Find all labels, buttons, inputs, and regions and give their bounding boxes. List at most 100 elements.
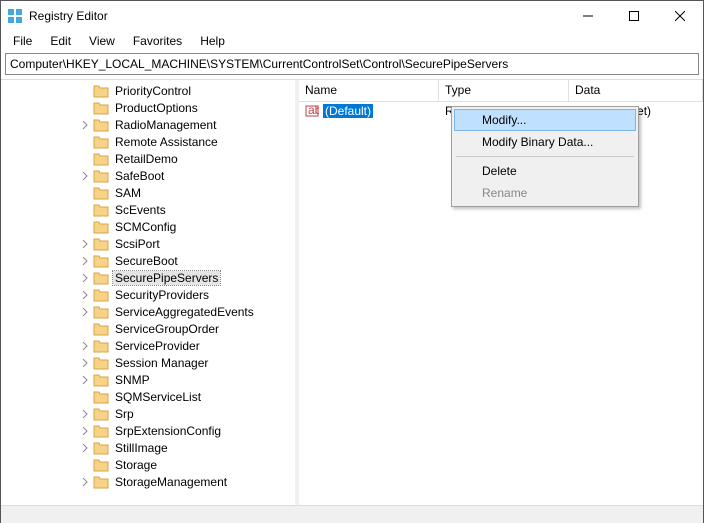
expander-icon[interactable] (79, 425, 91, 437)
tree-item-remote-assistance[interactable]: Remote Assistance (1, 133, 295, 150)
expander-icon (79, 323, 91, 335)
tree-item-serviceprovider[interactable]: ServiceProvider (1, 337, 295, 354)
folder-icon (93, 441, 109, 455)
tree-label: StorageManagement (113, 475, 229, 489)
tree-label: SecurePipeServers (113, 271, 220, 285)
expander-icon (79, 221, 91, 233)
tree-item-productoptions[interactable]: ProductOptions (1, 99, 295, 116)
expander-icon[interactable] (79, 476, 91, 488)
folder-icon (93, 203, 109, 217)
expander-icon[interactable] (79, 255, 91, 267)
tree-label: Srp (113, 407, 136, 421)
tree-pane[interactable]: PriorityControlProductOptions RadioManage… (1, 80, 295, 505)
expander-icon (79, 85, 91, 97)
folder-icon (93, 475, 109, 489)
tree-item-radiomanagement[interactable]: RadioManagement (1, 116, 295, 133)
tree-item-securityproviders[interactable]: SecurityProviders (1, 286, 295, 303)
folder-icon (93, 373, 109, 387)
expander-icon[interactable] (79, 170, 91, 182)
tree-item-safeboot[interactable]: SafeBoot (1, 167, 295, 184)
tree-item-storagemanagement[interactable]: StorageManagement (1, 473, 295, 490)
folder-icon (93, 84, 109, 98)
menu-favorites[interactable]: Favorites (125, 32, 190, 50)
tree-label: StillImage (113, 441, 170, 455)
string-value-icon: ab (305, 104, 319, 118)
tree-item-serviceaggregatedevents[interactable]: ServiceAggregatedEvents (1, 303, 295, 320)
tree-label: SAM (113, 186, 143, 200)
col-data[interactable]: Data (569, 80, 703, 101)
folder-icon (93, 458, 109, 472)
expander-icon[interactable] (79, 119, 91, 131)
folder-icon (93, 152, 109, 166)
tree-item-scevents[interactable]: ScEvents (1, 201, 295, 218)
tree-item-storage[interactable]: Storage (1, 456, 295, 473)
menu-item-rename: Rename (454, 182, 636, 204)
folder-icon (93, 135, 109, 149)
menu-bar: File Edit View Favorites Help (1, 31, 703, 51)
status-bar (1, 505, 703, 523)
expander-icon[interactable] (79, 238, 91, 250)
expander-icon (79, 187, 91, 199)
menu-item-delete[interactable]: Delete (454, 160, 636, 182)
folder-icon (93, 356, 109, 370)
address-path: Computer\HKEY_LOCAL_MACHINE\SYSTEM\Curre… (10, 57, 508, 71)
expander-icon (79, 391, 91, 403)
address-bar[interactable]: Computer\HKEY_LOCAL_MACHINE\SYSTEM\Curre… (5, 53, 699, 75)
menu-item-modify-binary-data[interactable]: Modify Binary Data... (454, 131, 636, 153)
tree-item-sam[interactable]: SAM (1, 184, 295, 201)
tree-item-session-manager[interactable]: Session Manager (1, 354, 295, 371)
tree-item-prioritycontrol[interactable]: PriorityControl (1, 82, 295, 99)
tree-label: RadioManagement (113, 118, 218, 132)
tree-item-srpextensionconfig[interactable]: SrpExtensionConfig (1, 422, 295, 439)
expander-icon (79, 102, 91, 114)
expander-icon[interactable] (79, 289, 91, 301)
menu-edit[interactable]: Edit (42, 32, 79, 50)
tree-item-srp[interactable]: Srp (1, 405, 295, 422)
tree-item-snmp[interactable]: SNMP (1, 371, 295, 388)
expander-icon[interactable] (79, 306, 91, 318)
col-type[interactable]: Type (439, 80, 569, 101)
menu-item-modify[interactable]: Modify... (454, 109, 636, 131)
menu-help[interactable]: Help (192, 32, 233, 50)
folder-icon (93, 220, 109, 234)
expander-icon[interactable] (79, 442, 91, 454)
tree-item-scmconfig[interactable]: SCMConfig (1, 218, 295, 235)
tree-item-scsiport[interactable]: ScsiPort (1, 235, 295, 252)
menu-file[interactable]: File (5, 32, 40, 50)
folder-icon (93, 322, 109, 336)
tree-item-servicegrouporder[interactable]: ServiceGroupOrder (1, 320, 295, 337)
expander-icon[interactable] (79, 340, 91, 352)
expander-icon (79, 204, 91, 216)
tree-label: SCMConfig (113, 220, 178, 234)
tree-item-secureboot[interactable]: SecureBoot (1, 252, 295, 269)
tree-item-retaildemo[interactable]: RetailDemo (1, 150, 295, 167)
tree-item-sqmservicelist[interactable]: SQMServiceList (1, 388, 295, 405)
regedit-icon (7, 8, 23, 24)
tree-label: Remote Assistance (113, 135, 220, 149)
expander-icon[interactable] (79, 272, 91, 284)
maximize-button[interactable] (611, 1, 657, 31)
col-name[interactable]: Name (299, 80, 439, 101)
tree-label: ScEvents (113, 203, 168, 217)
folder-icon (93, 186, 109, 200)
folder-icon (93, 390, 109, 404)
folder-icon (93, 271, 109, 285)
tree-item-securepipeservers[interactable]: SecurePipeServers (1, 269, 295, 286)
tree-item-stillimage[interactable]: StillImage (1, 439, 295, 456)
values-pane[interactable]: Name Type Data ab(Default)REG_SZ(value n… (299, 80, 703, 505)
expander-icon (79, 459, 91, 471)
close-button[interactable] (657, 1, 703, 31)
expander-icon (79, 136, 91, 148)
expander-icon[interactable] (79, 408, 91, 420)
tree-label: Storage (113, 458, 159, 472)
menu-view[interactable]: View (81, 32, 123, 50)
expander-icon[interactable] (79, 357, 91, 369)
minimize-button[interactable] (565, 1, 611, 31)
expander-icon[interactable] (79, 374, 91, 386)
tree-label: ScsiPort (113, 237, 162, 251)
folder-icon (93, 407, 109, 421)
folder-icon (93, 101, 109, 115)
svg-text:ab: ab (308, 104, 319, 117)
title-bar: Registry Editor (1, 1, 703, 31)
folder-icon (93, 118, 109, 132)
